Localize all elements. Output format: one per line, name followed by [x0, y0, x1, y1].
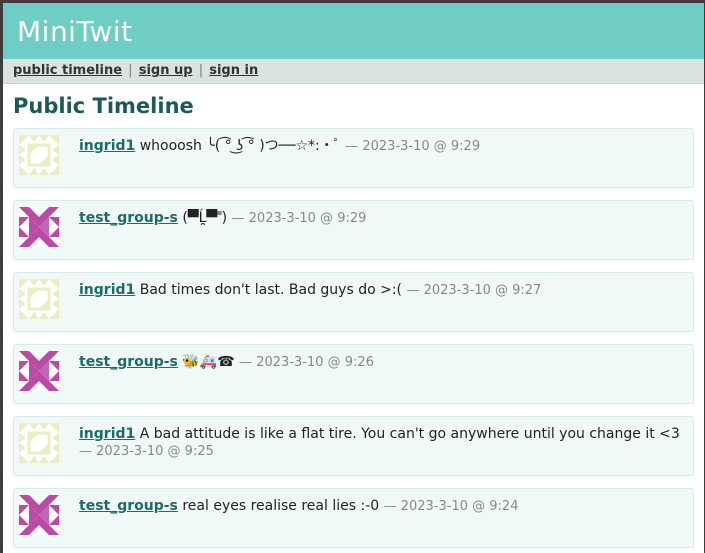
user-avatar[interactable] — [19, 207, 59, 247]
page: MiniTwit public timeline | sign up | sig… — [3, 3, 704, 553]
sign-in-link[interactable]: sign in — [209, 63, 258, 78]
user-avatar[interactable] — [19, 135, 59, 175]
navigation-bar: public timeline | sign up | sign in — [3, 59, 704, 84]
header: MiniTwit — [3, 3, 704, 59]
message-timestamp: — 2023-3-10 @ 9:29 — [231, 211, 367, 226]
message-item: test_group-s (▀̿Ĺ̯▀̿ ̿) — 2023-3-10 @ 9:… — [13, 200, 694, 260]
message-item: ingrid1 whooosh ╰( ͡° ͜ʖ ͡° )つ──☆*:・ﾟ — … — [13, 128, 694, 188]
app-title: MiniTwit — [17, 15, 133, 48]
page-heading: Public Timeline — [13, 94, 194, 118]
message-timestamp: — 2023-3-10 @ 9:25 — [79, 444, 214, 459]
message-text: A bad attitude is like a flat tire. You … — [139, 426, 680, 442]
message-text: real eyes realise real lies :-0 — [182, 498, 380, 514]
message-item: ingrid1 A bad attitude is like a flat ti… — [13, 416, 694, 476]
message-timestamp: — 2023-3-10 @ 9:27 — [406, 283, 542, 298]
message-timestamp: — 2023-3-10 @ 9:26 — [239, 355, 374, 370]
message-item: ingrid1 Bad times don't last. Bad guys d… — [13, 272, 694, 332]
message-username-link[interactable]: test_group-s — [79, 498, 178, 514]
message-username-link[interactable]: ingrid1 — [79, 138, 135, 154]
user-avatar[interactable] — [19, 423, 59, 463]
message-item: test_group-s real eyes realise real lies… — [13, 488, 694, 548]
message-timestamp: — 2023-3-10 @ 9:24 — [383, 499, 519, 514]
public-timeline-link[interactable]: public timeline — [13, 63, 122, 78]
user-avatar[interactable] — [19, 351, 59, 391]
message-text: 🐝🚑☎ — [182, 354, 235, 370]
message-username-link[interactable]: test_group-s — [79, 354, 178, 370]
message-text: whooosh ╰( ͡° ͜ʖ ͡° )つ──☆*:・ﾟ — [139, 138, 341, 154]
nav-separator: | — [198, 63, 204, 78]
message-item: test_group-s 🐝🚑☎ — 2023-3-10 @ 9:26 — [13, 344, 694, 404]
message-list: ingrid1 whooosh ╰( ͡° ͜ʖ ͡° )つ──☆*:・ﾟ — … — [13, 128, 694, 548]
message-timestamp: — 2023-3-10 @ 9:29 — [345, 139, 481, 154]
sign-up-link[interactable]: sign up — [139, 63, 193, 78]
main-content: Public Timeline ingrid1 whooosh ╰( ͡° ͜ʖ… — [3, 84, 704, 548]
message-username-link[interactable]: ingrid1 — [79, 282, 135, 298]
user-avatar[interactable] — [19, 495, 59, 535]
message-username-link[interactable]: ingrid1 — [79, 426, 135, 442]
nav-separator: | — [128, 63, 133, 78]
user-avatar[interactable] — [19, 279, 59, 319]
message-text: (▀̿Ĺ̯▀̿ ̿) — [182, 210, 228, 226]
message-username-link[interactable]: test_group-s — [79, 210, 178, 226]
message-text: Bad times don't last. Bad guys do >:( — [139, 282, 402, 298]
